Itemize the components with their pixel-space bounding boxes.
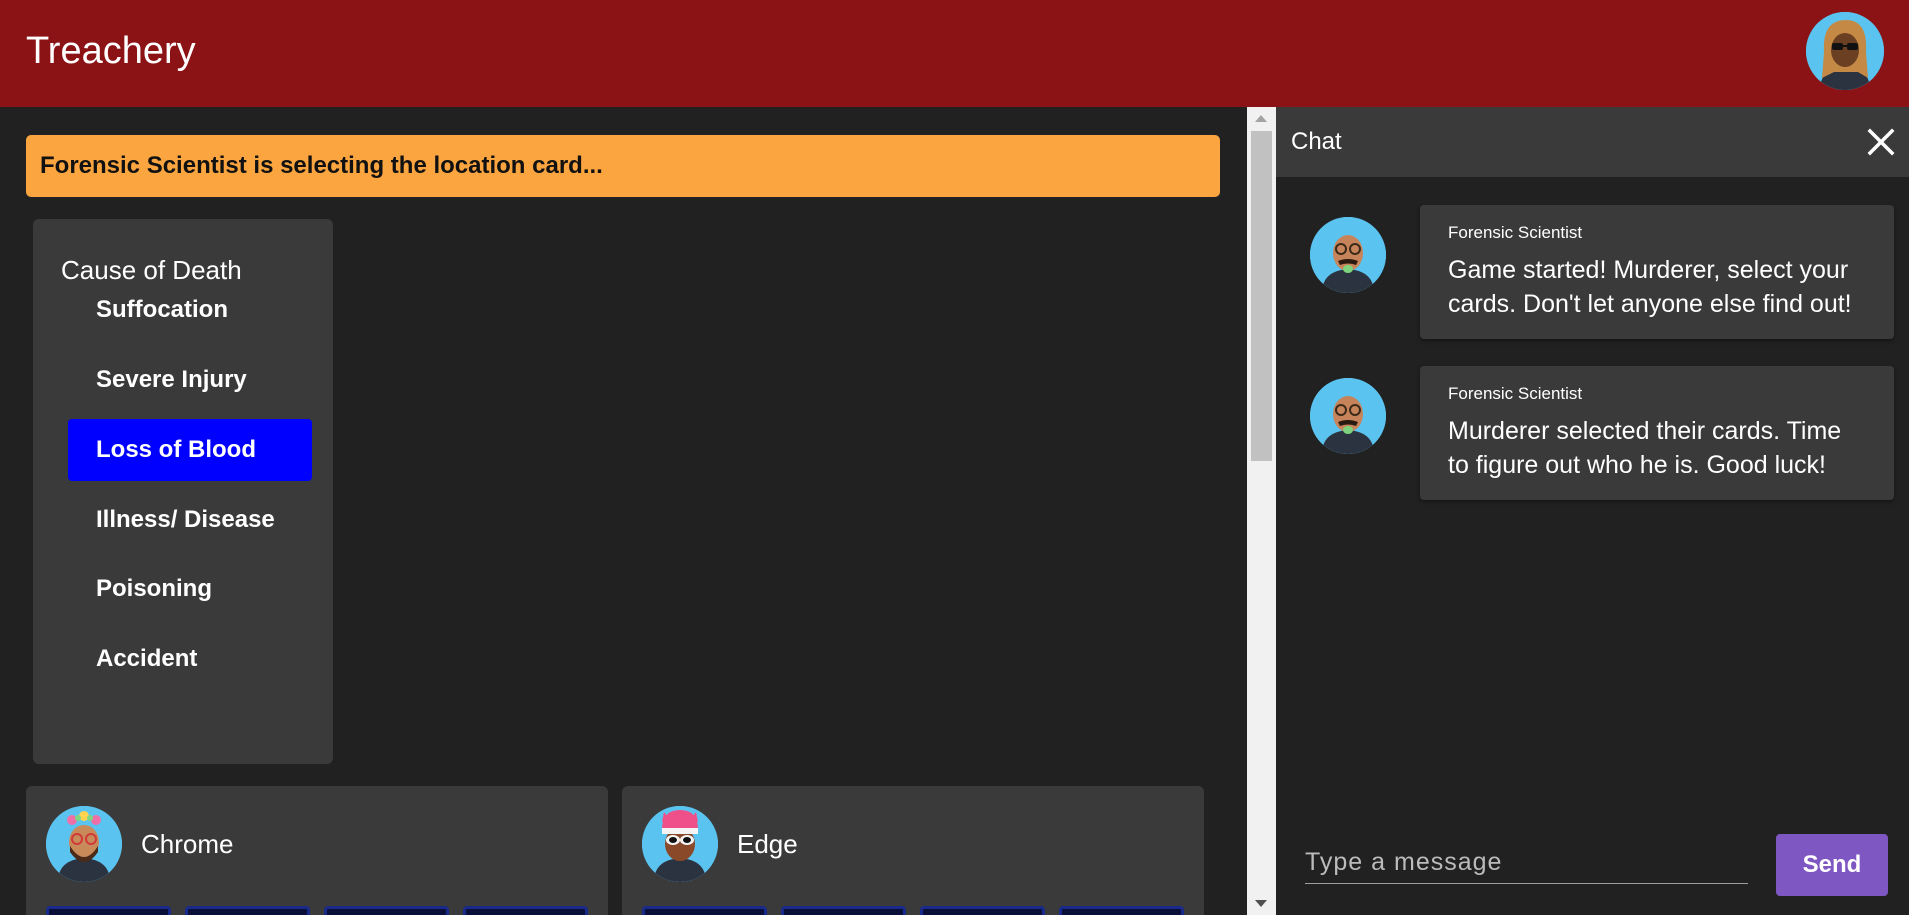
player-avatar — [46, 806, 122, 882]
main-scrollbar[interactable] — [1247, 107, 1276, 915]
message-avatar — [1310, 378, 1386, 454]
player-card-edge: Edge — [622, 786, 1204, 915]
close-chat-button[interactable] — [1866, 127, 1896, 157]
avatar-icon — [1310, 217, 1386, 293]
user-avatar[interactable] — [1806, 12, 1884, 90]
player-name: Edge — [737, 829, 798, 859]
cause-of-death-panel: Cause of Death Suffocation Severe Injury… — [33, 219, 333, 764]
message-author: Forensic Scientist — [1448, 384, 1583, 403]
send-button[interactable]: Send — [1776, 834, 1888, 896]
scroll-down-arrow-icon[interactable] — [1255, 900, 1267, 907]
cause-option-suffocation[interactable]: Suffocation — [68, 279, 312, 341]
cause-option-illness-disease[interactable]: Illness/ Disease — [68, 489, 312, 551]
message-text: Game started! Murderer, select your card… — [1448, 256, 1852, 318]
player-name: Chrome — [141, 829, 234, 859]
cause-option-loss-of-blood[interactable]: Loss of Blood — [68, 419, 312, 481]
player-card-slot[interactable] — [324, 906, 449, 915]
cause-option-poisoning[interactable]: Poisoning — [68, 558, 312, 620]
player-card-slot[interactable] — [920, 906, 1045, 915]
scrollbar-thumb[interactable] — [1251, 131, 1272, 461]
player-avatar — [642, 806, 718, 882]
player-card-slot[interactable] — [642, 906, 767, 915]
app-bar: Treachery — [0, 0, 1909, 107]
app-title: Treachery — [26, 30, 196, 72]
player-card-slot[interactable] — [185, 906, 310, 915]
avatar-icon — [1806, 12, 1884, 90]
message-avatar — [1310, 217, 1386, 293]
message-input[interactable] — [1305, 842, 1748, 884]
chat-message: Forensic Scientist Game started! Murdere… — [1420, 205, 1894, 339]
avatar-icon — [1310, 378, 1386, 454]
cause-option-accident[interactable]: Accident — [68, 628, 312, 690]
status-banner: Forensic Scientist is selecting the loca… — [26, 135, 1220, 197]
chat-panel: Chat Forensic Scientist Game started! Mu… — [1276, 107, 1909, 915]
avatar-icon — [46, 806, 122, 882]
scroll-up-arrow-icon[interactable] — [1255, 115, 1267, 122]
chat-title: Chat — [1291, 128, 1342, 155]
close-icon — [1867, 128, 1895, 156]
cause-option-severe-injury[interactable]: Severe Injury — [68, 349, 312, 411]
game-area: Forensic Scientist is selecting the loca… — [0, 107, 1247, 915]
message-text: Murderer selected their cards. Time to f… — [1448, 417, 1842, 479]
player-card-slot[interactable] — [463, 906, 588, 915]
message-author: Forensic Scientist — [1448, 223, 1583, 242]
avatar-icon — [642, 806, 718, 882]
chat-message: Forensic Scientist Murderer selected the… — [1420, 366, 1894, 500]
chat-header: Chat — [1276, 107, 1909, 177]
player-card-chrome: Chrome — [26, 786, 608, 915]
player-card-slot[interactable] — [781, 906, 906, 915]
player-card-slot[interactable] — [1059, 906, 1184, 915]
player-card-slot[interactable] — [46, 906, 171, 915]
